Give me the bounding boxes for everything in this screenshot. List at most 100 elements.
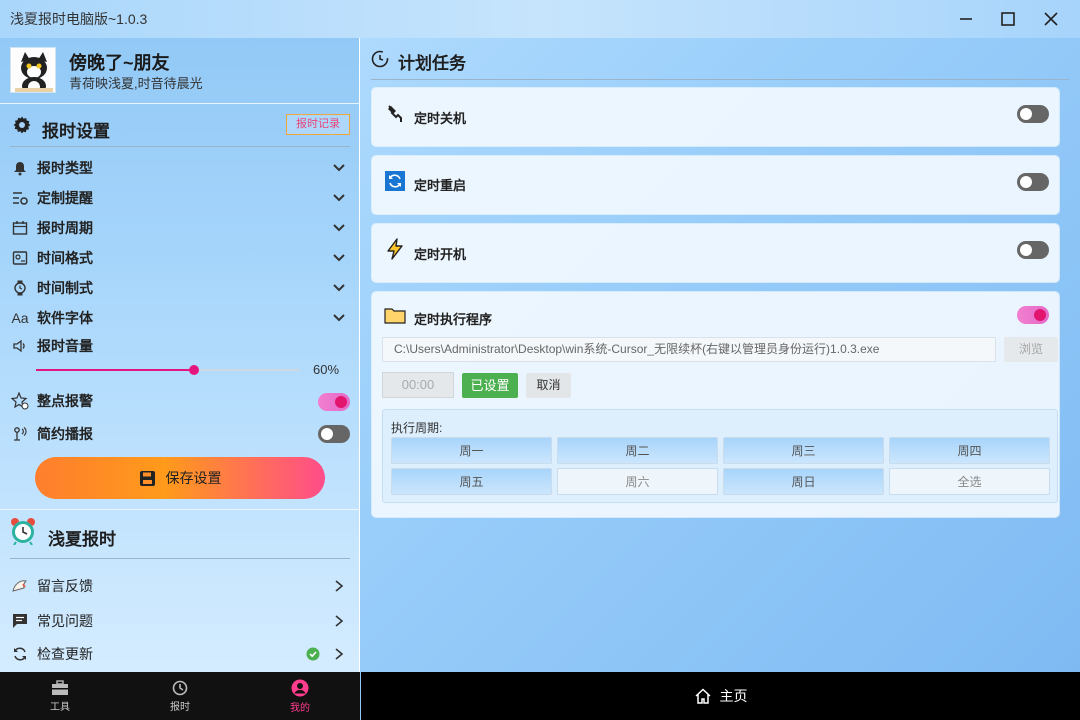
simple-broadcast-row: 简约播报 [10,419,350,449]
clock-icon [172,680,188,695]
chevron-down-icon [333,194,345,202]
home-icon [694,688,711,704]
left-panel: 傍晚了~朋友 青荷映浅夏,时音待晨光 报时设置 报时记录 报时类型 定制提醒 报… [0,38,360,672]
day-button-tue[interactable]: 周二 [557,437,718,464]
bell-icon [10,158,30,178]
feedback-icon [10,576,30,596]
maximize-icon [1001,12,1015,26]
home-label: 主页 [719,688,748,704]
home-bar[interactable]: 主页 [361,672,1080,720]
about-title: 浅夏报时 [48,530,116,549]
cycle-label: 执行周期: [391,421,443,435]
menu-item-check-update[interactable]: 检查更新 [10,640,350,668]
chevron-right-icon [335,615,344,627]
settings-title: 报时设置 [42,122,110,141]
plug-icon [384,102,406,124]
set-button[interactable]: 已设置 [462,373,518,398]
save-settings-button[interactable]: 保存设置 [35,457,325,499]
cancel-button[interactable]: 取消 [526,373,571,398]
save-icon [139,470,155,486]
poweron-card: 定时开机 [372,224,1059,282]
execution-cycle-box: 执行周期: 周一 周二 周三 周四周五 周六 周日 全选 [382,409,1058,503]
broadcast-icon [10,424,30,444]
volume-label: 报时音量 [37,338,93,354]
day-button-sat[interactable]: 周六 [557,468,718,495]
task-schedule-icon [371,50,389,68]
chevron-down-icon [333,284,345,292]
close-icon [1044,12,1058,26]
hourly-alarm-toggle[interactable] [318,393,350,411]
browse-button[interactable]: 浏览 [1004,337,1058,362]
poweron-label: 定时开机 [414,247,467,262]
faq-icon [10,611,30,631]
about-header: 浅夏报时 [10,514,350,559]
refresh-icon [10,644,30,664]
window-title: 浅夏报时电脑版~1.0.3 [10,11,148,27]
volume-row: 报时音量 [10,331,350,361]
restart-icon [384,170,406,192]
chevron-down-icon [333,164,345,172]
hourly-alarm-label: 整点报警 [37,393,93,409]
profile-name: 傍晚了~朋友 [69,53,170,73]
time-input[interactable]: 00:00 [382,372,454,398]
restart-label: 定时重启 [414,178,467,193]
simple-broadcast-toggle[interactable] [318,425,350,443]
tasks-header: 计划任务 [371,38,1069,80]
volume-slider-handle[interactable] [189,365,200,375]
simple-broadcast-label: 简约播报 [37,426,93,442]
volume-value: 60% [313,362,340,377]
speaker-icon [10,336,30,356]
settings-header: 报时设置 报时记录 [10,107,350,147]
toolbox-icon [52,679,68,695]
day-button-fri[interactable]: 周五 [391,468,552,495]
program-toggle[interactable] [1017,306,1049,324]
day-button-select-all[interactable]: 全选 [889,468,1050,495]
shutdown-toggle[interactable] [1017,105,1049,123]
bottom-nav: 工具 报时 我的 [0,672,360,720]
tab-report[interactable]: 报时 [150,672,210,720]
chevron-right-icon [335,648,344,660]
minimize-icon [960,18,972,20]
day-button-mon[interactable]: 周一 [391,437,552,464]
poweron-toggle[interactable] [1017,241,1049,259]
program-label: 定时执行程序 [414,312,493,327]
time-format-icon [10,248,30,268]
folder-icon [384,304,406,326]
chevron-right-icon [335,580,344,592]
day-button-sun[interactable]: 周日 [723,468,884,495]
menu-item-time-system[interactable]: 时间制式 [10,273,350,303]
maximize-button[interactable] [987,0,1029,38]
day-button-wed[interactable]: 周三 [723,437,884,464]
close-button[interactable] [1030,0,1072,38]
tasks-title: 计划任务 [398,54,466,73]
minimize-button[interactable] [945,0,987,38]
volume-slider-fill [36,369,195,371]
menu-item-report-cycle[interactable]: 报时周期 [10,213,350,243]
profile-header: 傍晚了~朋友 青荷映浅夏,时音待晨光 [0,38,360,104]
chevron-down-icon [333,254,345,262]
avatar[interactable] [10,47,56,93]
tab-tools[interactable]: 工具 [30,672,90,720]
font-icon: Aa [11,310,29,326]
volume-slider[interactable] [36,365,300,375]
program-path-input[interactable]: C:\Users\Administrator\Desktop\win系统-Cur… [382,337,996,362]
profile-motto: 青荷映浅夏,时音待晨光 [69,76,203,91]
chevron-down-icon [333,314,345,322]
menu-item-faq[interactable]: 常见问题 [10,607,350,635]
tab-mine[interactable]: 我的 [270,672,330,720]
gear-icon [13,116,31,134]
restart-toggle[interactable] [1017,173,1049,191]
menu-item-software-font[interactable]: Aa 软件字体 [10,303,350,333]
check-circle-icon [306,647,320,661]
shutdown-card: 定时关机 [372,88,1059,146]
record-button[interactable]: 报时记录 [286,114,350,135]
menu-item-feedback[interactable]: 留言反馈 [10,572,350,600]
lightning-icon [384,238,406,260]
menu-item-report-type[interactable]: 报时类型 [10,153,350,183]
title-bar: 浅夏报时电脑版~1.0.3 [0,0,1080,38]
alarm-clock-icon [11,518,35,545]
menu-item-custom-reminder[interactable]: 定制提醒 [10,183,350,213]
menu-item-time-format[interactable]: 时间格式 [10,243,350,273]
day-button-thu[interactable]: 周四 [889,437,1050,464]
restart-card: 定时重启 [372,156,1059,214]
